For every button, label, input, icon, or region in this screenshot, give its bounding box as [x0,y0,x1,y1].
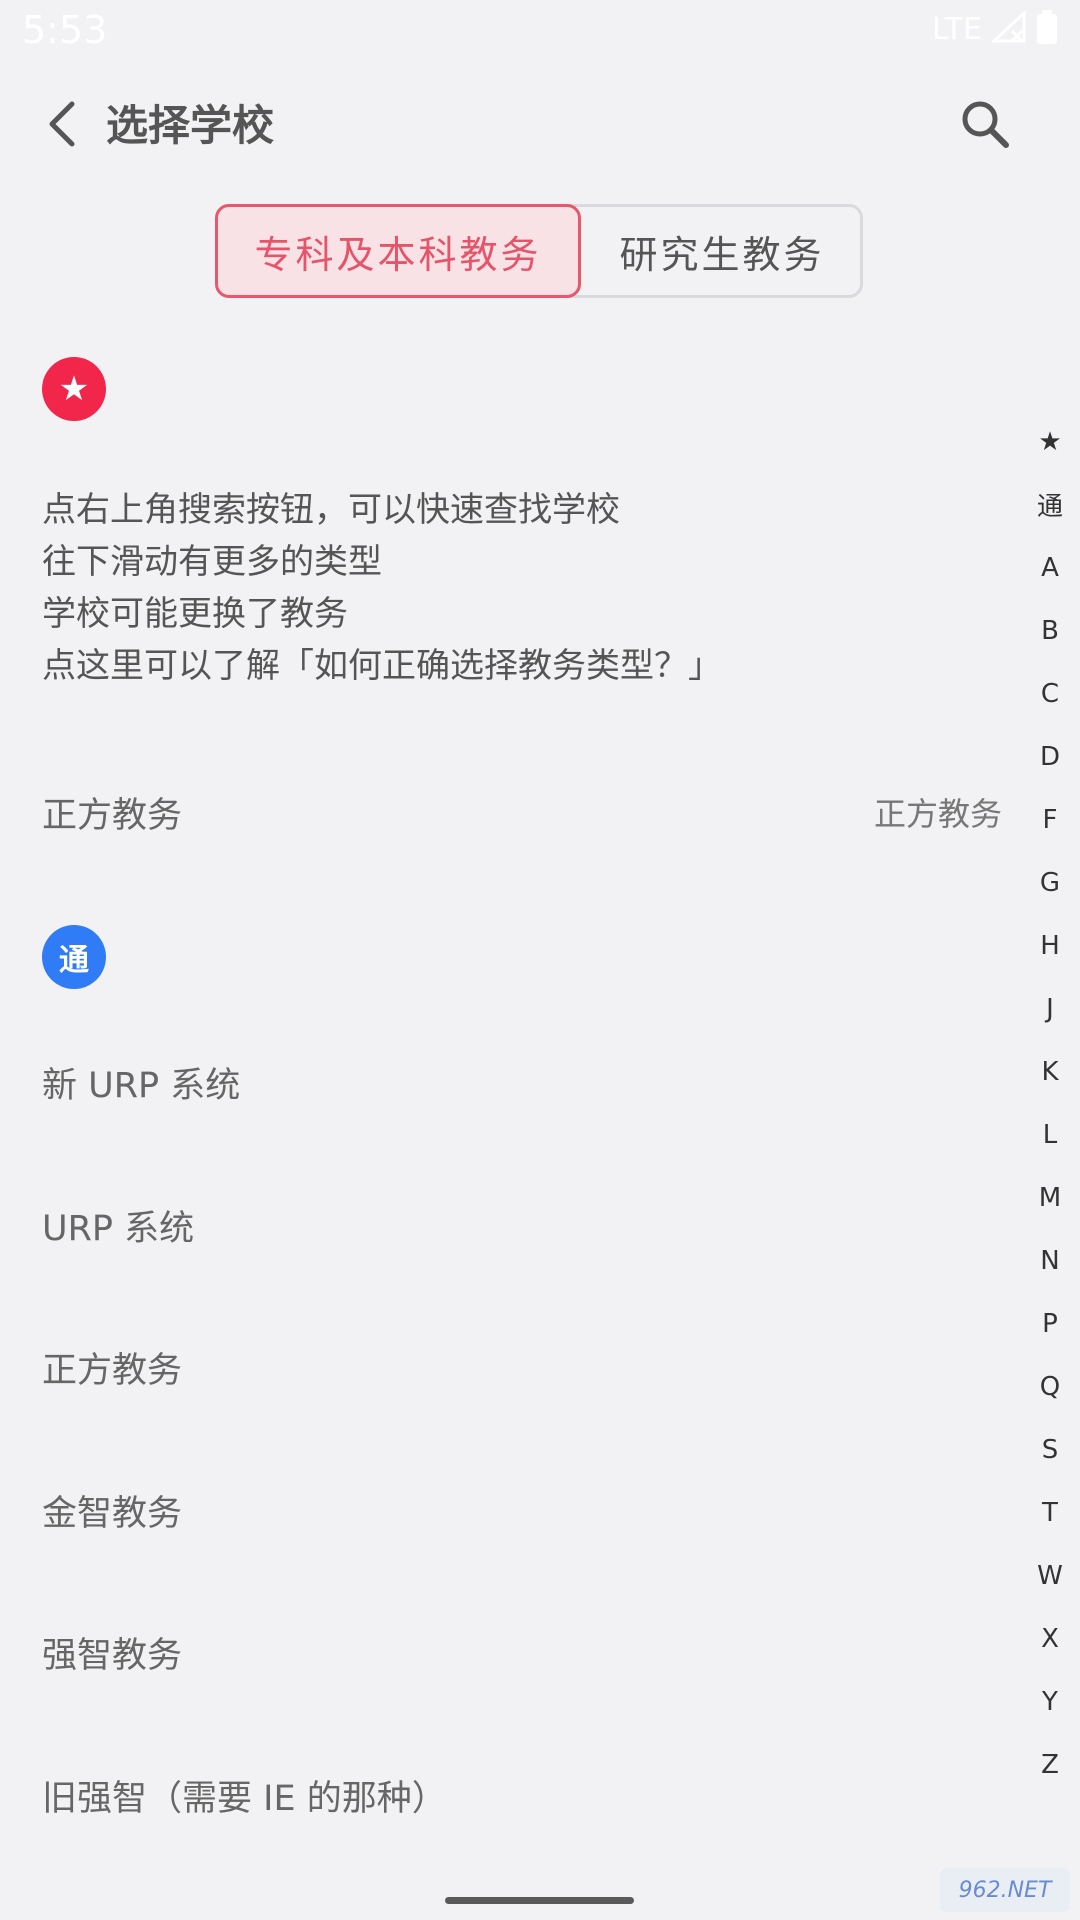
list-item[interactable]: 旧强智（需要 IE 的那种） [42,1755,1002,1835]
list-item[interactable]: URP 系统 [42,1185,1002,1265]
index-letter[interactable]: Q [1020,1355,1080,1418]
index-letter[interactable]: S [1020,1418,1080,1481]
home-indicator[interactable] [445,1897,634,1904]
index-letter[interactable]: C [1020,662,1080,725]
list-item[interactable]: 金智教务 [42,1470,1002,1550]
list-item[interactable]: 强智教务 [42,1612,1002,1692]
index-letter[interactable]: D [1020,725,1080,788]
hint-line: 点右上角搜索按钮，可以快速查找学校 [42,490,620,530]
index-letter[interactable]: Z [1020,1733,1080,1796]
index-letter[interactable]: X [1020,1607,1080,1670]
index-letter[interactable]: ★ [1020,410,1080,473]
app-bar: 选择学校 [0,64,1080,188]
hint-line: 往下滑动有更多的类型 [42,542,382,582]
hint-text[interactable]: 点右上角搜索按钮，可以快速查找学校 往下滑动有更多的类型 学校可能更换了教务 点… [42,484,722,692]
index-letter[interactable]: A [1020,536,1080,599]
watermark-logo: 962.NET [940,1868,1070,1912]
index-letter[interactable]: H [1020,914,1080,977]
hint-line: 学校可能更换了教务 [42,594,348,634]
school-name: 正方教务 [42,795,183,836]
favorites-badge: ★ [42,357,106,421]
network-type: LTE [932,11,982,47]
index-letter[interactable]: F [1020,788,1080,851]
index-letter[interactable]: W [1020,1544,1080,1607]
search-icon [960,99,1010,153]
index-letter[interactable]: J [1020,977,1080,1040]
index-letter[interactable]: G [1020,851,1080,914]
signal-icon [990,9,1026,47]
school-system-type: 正方教务 [873,795,1002,833]
index-letter[interactable]: L [1020,1103,1080,1166]
favorite-school-item[interactable]: 正方教务 正方教务 [42,772,1002,852]
general-section-badge: 通 [42,925,106,989]
status-time: 5:53 [22,8,108,52]
index-letter[interactable]: 通 [1020,473,1080,536]
tab-undergraduate[interactable]: 专科及本科教务 [215,204,581,298]
list-item[interactable]: 新 URP 系统 [42,1042,1002,1122]
index-letter[interactable]: Y [1020,1670,1080,1733]
battery-icon [1036,10,1058,48]
status-icons: LTE [932,9,1058,48]
search-button[interactable] [950,94,1020,158]
hint-link[interactable]: 点这里可以了解「如何正确选择教务类型？」 [42,640,722,692]
index-letter[interactable]: P [1020,1292,1080,1355]
index-letter[interactable]: T [1020,1481,1080,1544]
back-arrow-icon [44,100,80,152]
list-item[interactable]: 正方教务 [42,1327,1002,1407]
back-button[interactable] [30,94,94,158]
index-letter[interactable]: N [1020,1229,1080,1292]
status-bar: 5:53 LTE [0,0,1080,64]
alphabet-index[interactable]: ★ 通 A B C D F G H J K L M N P Q S T W X Y Z [1020,410,1080,1796]
education-type-tabs: 专科及本科教务 研究生教务 [215,204,863,298]
tab-graduate[interactable]: 研究生教务 [581,207,863,295]
index-letter[interactable]: K [1020,1040,1080,1103]
index-letter[interactable]: M [1020,1166,1080,1229]
index-letter[interactable]: B [1020,599,1080,662]
page-title: 选择学校 [106,101,275,150]
